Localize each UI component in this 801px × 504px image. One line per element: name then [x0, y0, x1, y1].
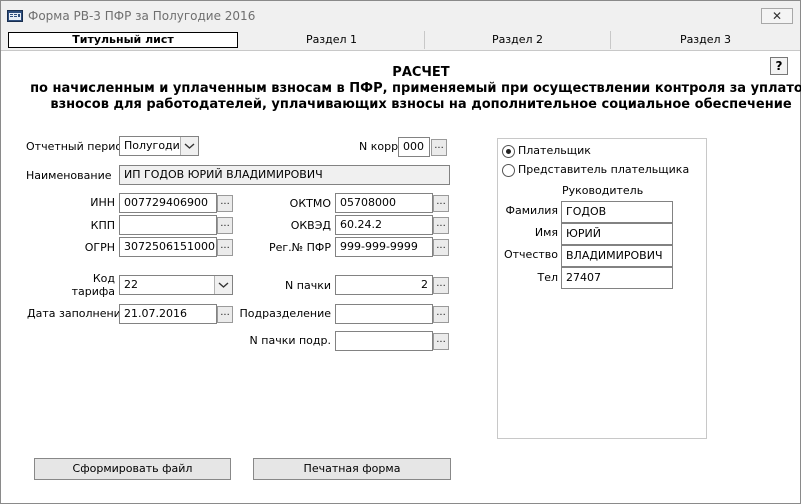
surname-field[interactable]: ГОДОВ	[561, 201, 673, 223]
app-window: Форма РВ-3 ПФР за Полугодие 2016 ✕ Титул…	[0, 0, 801, 504]
okved-label: ОКВЭД	[290, 219, 331, 232]
okved-field[interactable]: 60.24.2	[335, 215, 433, 235]
ogrn-field[interactable]: 307250615100011	[119, 237, 217, 257]
ncorr-field[interactable]: 000	[398, 137, 430, 157]
close-button[interactable]: ✕	[761, 8, 793, 24]
npack-field[interactable]: 2	[335, 275, 433, 295]
npack-div-label: N пачки подр.	[249, 334, 331, 347]
division-pick-button[interactable]: ...	[433, 306, 449, 323]
name-field[interactable]: ИП ГОДОВ ЮРИЙ ВЛАДИМИРОВИЧ	[119, 165, 450, 185]
firstname-label: Имя	[534, 226, 558, 239]
tab-section-1[interactable]: Раздел 1	[239, 31, 425, 49]
radio-representative-label[interactable]: Представитель плательщика	[518, 163, 689, 177]
ogrn-label: ОГРН	[84, 241, 115, 254]
form-heading-line-2: по начисленным и уплаченным взносам в ПФ…	[30, 81, 801, 96]
tab-title-page[interactable]: Титульный лист	[8, 32, 238, 48]
tariff-select[interactable]: 22	[119, 275, 233, 295]
kpp-pick-button[interactable]: ...	[217, 217, 233, 234]
npack-div-pick-button[interactable]: ...	[433, 333, 449, 350]
radio-payer-label[interactable]: Плательщик	[518, 144, 591, 158]
regpfr-pick-button[interactable]: ...	[433, 239, 449, 256]
tab-section-2[interactable]: Раздел 2	[425, 31, 611, 49]
window-app-icon	[7, 10, 23, 22]
oktmo-field[interactable]: 05708000	[335, 193, 433, 213]
title-bar: Форма РВ-3 ПФР за Полугодие 2016 ✕	[1, 1, 800, 31]
firstname-field[interactable]: ЮРИЙ	[561, 223, 673, 245]
date-field[interactable]: 21.07.2016	[119, 304, 217, 324]
division-label: Подразделение	[239, 307, 331, 320]
kpp-label: КПП	[90, 219, 115, 232]
inn-label: ИНН	[90, 196, 115, 209]
tab-bar: Титульный лист Раздел 1 Раздел 2 Раздел …	[1, 31, 800, 51]
form-heading-line-3: взносов для работодателей, уплачивающих …	[50, 97, 792, 112]
npack-div-field[interactable]	[335, 331, 433, 351]
regpfr-label: Рег.№ ПФР	[269, 241, 331, 254]
period-select[interactable]: Полугодие	[119, 136, 199, 156]
tariff-label: Код	[92, 272, 115, 285]
period-label: Отчетный период	[26, 140, 130, 153]
print-form-button[interactable]: Печатная форма	[253, 458, 451, 480]
npack-label: N пачки	[285, 279, 331, 292]
radio-representative[interactable]	[502, 164, 515, 177]
tab-section-3[interactable]: Раздел 3	[611, 31, 800, 49]
close-icon: ✕	[771, 9, 783, 23]
tariff-value: 22	[124, 278, 138, 291]
window-title: Форма РВ-3 ПФР за Полугодие 2016	[28, 9, 256, 23]
radio-payer[interactable]	[502, 145, 515, 158]
ncorr-pick-button[interactable]: ...	[431, 139, 447, 156]
tariff-label-2: тарифа	[71, 285, 115, 298]
head-label: Руководитель	[562, 184, 644, 197]
oktmo-label: ОКТМО	[289, 197, 331, 210]
inn-pick-button[interactable]: ...	[217, 195, 233, 212]
generate-file-button[interactable]: Сформировать файл	[34, 458, 231, 480]
chevron-down-icon	[180, 137, 198, 155]
oktmo-pick-button[interactable]: ...	[433, 195, 449, 212]
ncorr-label: N корр	[359, 140, 399, 153]
patronymic-label: Отчество	[503, 248, 558, 261]
kpp-field[interactable]	[119, 215, 217, 235]
division-field[interactable]	[335, 304, 433, 324]
npack-pick-button[interactable]: ...	[433, 277, 449, 294]
phone-label: Тел	[537, 271, 558, 284]
inn-field[interactable]: 007729406900	[119, 193, 217, 213]
name-label: Наименование	[26, 169, 112, 182]
regpfr-field[interactable]: 999-999-9999	[335, 237, 433, 257]
chevron-down-icon	[214, 276, 232, 294]
surname-label: Фамилия	[505, 204, 558, 217]
phone-field[interactable]: 27407	[561, 267, 673, 289]
patronymic-field[interactable]: ВЛАДИМИРОВИЧ	[561, 245, 673, 267]
date-label: Дата заполнения	[27, 307, 128, 320]
okved-pick-button[interactable]: ...	[433, 217, 449, 234]
period-value: Полугодие	[124, 139, 187, 152]
ogrn-pick-button[interactable]: ...	[217, 239, 233, 256]
form-heading-title: РАСЧЕТ	[392, 65, 450, 80]
